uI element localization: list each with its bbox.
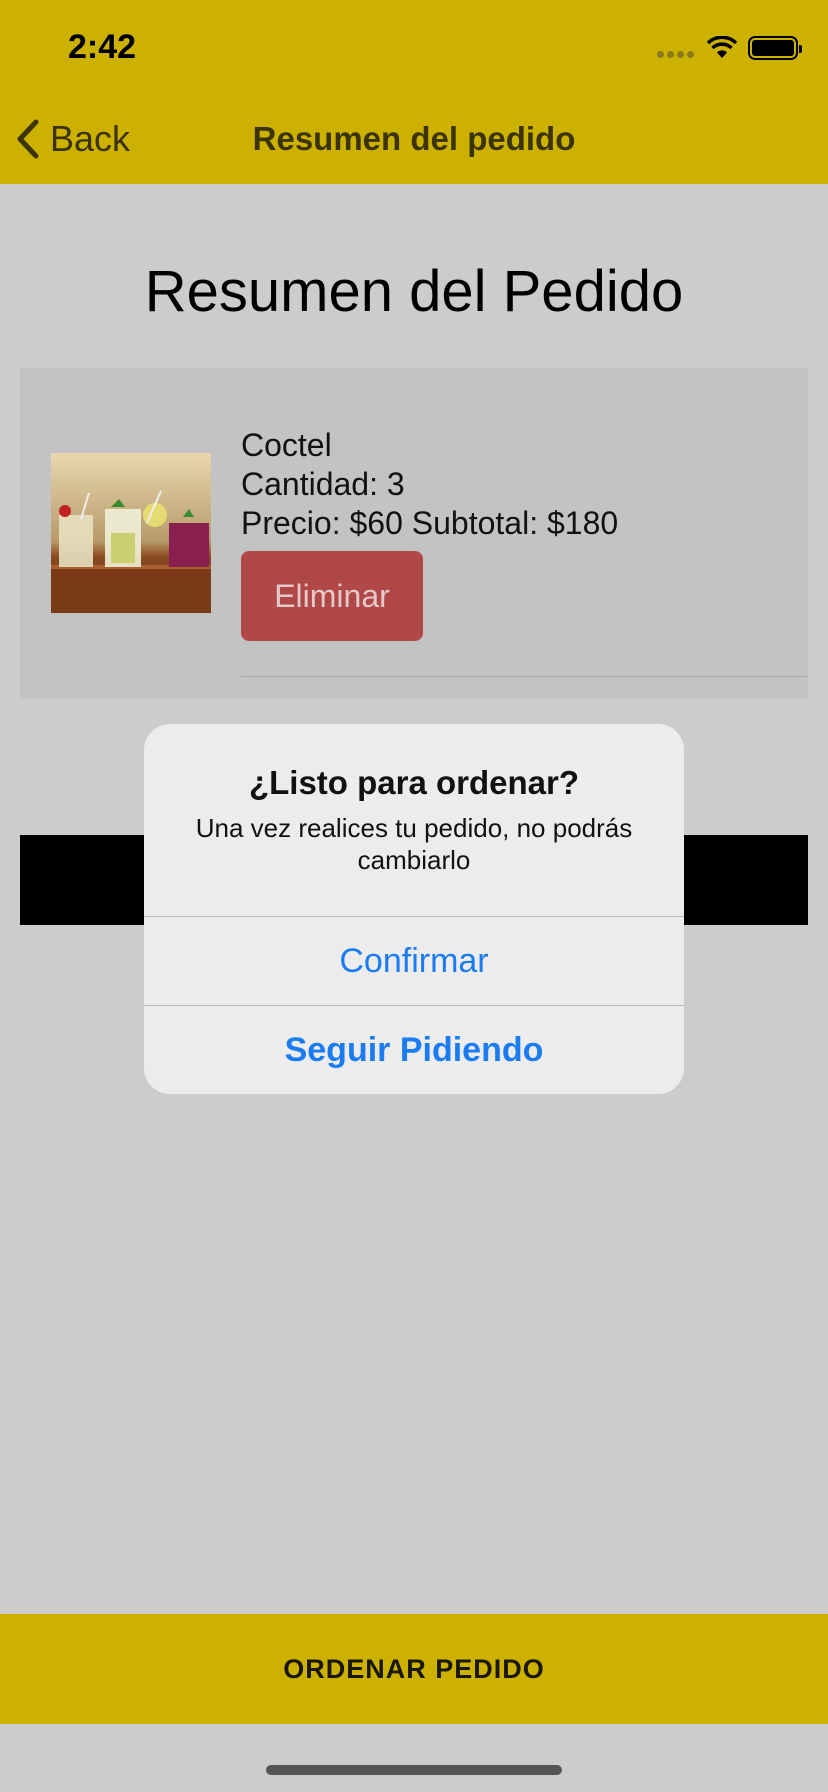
place-order-label: ORDENAR PEDIDO: [283, 1653, 545, 1684]
continue-ordering-button[interactable]: Seguir Pidiendo: [144, 1006, 684, 1094]
divider: [241, 676, 807, 677]
confirm-button[interactable]: Confirmar: [144, 917, 684, 1005]
nav-title: Resumen del pedido: [252, 120, 576, 157]
home-indicator[interactable]: [266, 1765, 562, 1775]
header: 2:42 Back Resumen del pedido: [0, 0, 828, 184]
place-order-button[interactable]: ORDENAR PEDIDO: [0, 1614, 828, 1724]
cocktail-image: [51, 453, 211, 613]
item-price: Precio: $60 Subtotal: $180: [241, 505, 619, 541]
battery-icon: [748, 36, 802, 60]
alert-title: ¿Listo para ordenar?: [248, 764, 580, 801]
cellular-signal-icon: [657, 39, 694, 58]
screen: 2:42 Back Resumen del pedido Resumen del…: [0, 0, 828, 1792]
page-title: Resumen del Pedido: [144, 259, 684, 324]
item-name: Coctel: [241, 427, 332, 463]
status-time: 2:42: [68, 28, 137, 66]
wifi-icon: [706, 36, 738, 58]
alert-message: Una vez realices tu pedido, no podrás ca…: [195, 813, 633, 875]
item-quantity: Cantidad: 3: [241, 466, 405, 502]
confirm-order-alert: ¿Listo para ordenar? Una vez realices tu…: [144, 724, 684, 1094]
item-info: Coctel Cantidad: 3 Precio: $60 Subtotal:…: [241, 426, 618, 543]
order-item-card: Coctel Cantidad: 3 Precio: $60 Subtotal:…: [20, 368, 808, 698]
delete-button[interactable]: Eliminar: [241, 551, 423, 641]
status-icons: [657, 36, 802, 60]
